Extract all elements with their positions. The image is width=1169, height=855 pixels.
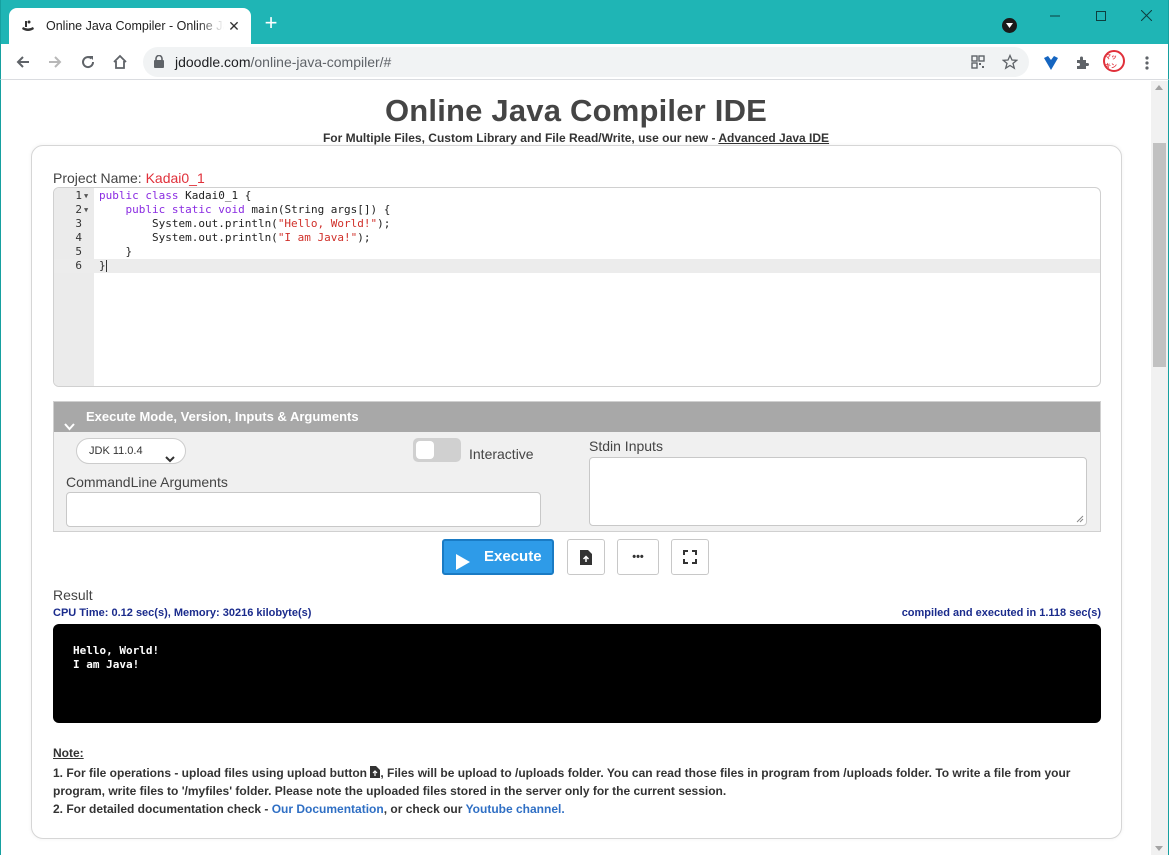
- subtitle-text: For Multiple Files, Custom Library and F…: [322, 131, 716, 145]
- execute-options-title: Execute Mode, Version, Inputs & Argument…: [86, 409, 359, 424]
- fullscreen-icon: [683, 550, 697, 564]
- fold-arrow-icon[interactable]: ▼: [84, 189, 88, 203]
- execute-label: Execute: [484, 548, 542, 565]
- jdoodle-favicon-icon: [19, 17, 37, 35]
- text-cursor: [105, 260, 107, 272]
- tab-title: Online Java Compiler - Online Jav: [46, 19, 224, 33]
- cmdline-label: CommandLine Arguments: [66, 474, 228, 490]
- play-icon: [456, 550, 470, 582]
- code-line[interactable]: 5 }: [54, 245, 1100, 259]
- minimize-window-icon[interactable]: [1032, 5, 1078, 27]
- compile-time-stats: compiled and executed in 1.118 sec(s): [901, 607, 1101, 619]
- new-tab-button[interactable]: +: [261, 12, 281, 34]
- address-bar[interactable]: jdoodle.com/online-java-compiler/#: [143, 47, 1029, 77]
- reload-icon[interactable]: [76, 50, 100, 74]
- code-line[interactable]: 4 System.out.println("I am Java!");: [54, 231, 1100, 245]
- jdk-version-select[interactable]: JDK 11.0.4: [76, 438, 186, 464]
- page-title: Online Java Compiler IDE: [384, 93, 768, 128]
- line-number: 5: [75, 245, 82, 258]
- execute-button[interactable]: Execute: [442, 539, 554, 575]
- close-tab-icon[interactable]: ✕: [226, 18, 242, 34]
- fold-arrow-icon[interactable]: ▼: [84, 203, 88, 217]
- execute-options-panel: Execute Mode, Version, Inputs & Argument…: [53, 401, 1101, 532]
- maximize-window-icon[interactable]: [1078, 5, 1124, 27]
- line-number: 4: [75, 231, 82, 244]
- jdk-version-value: JDK 11.0.4: [89, 445, 143, 457]
- note-text: 2. For detailed documentation check -: [53, 802, 269, 816]
- stdin-input[interactable]: [589, 457, 1087, 526]
- lock-icon[interactable]: [154, 54, 164, 73]
- more-options-button[interactable]: •••: [617, 539, 659, 575]
- scroll-down-icon[interactable]: [1155, 846, 1163, 851]
- line-number: 1: [75, 189, 82, 202]
- upload-file-button[interactable]: [567, 539, 605, 575]
- home-icon[interactable]: [108, 50, 132, 74]
- youtube-channel-link[interactable]: Youtube channel.: [466, 802, 565, 816]
- browser-tab[interactable]: Online Java Compiler - Online Jav ✕: [9, 8, 251, 44]
- stdin-label: Stdin Inputs: [589, 438, 663, 454]
- line-number: 6: [75, 259, 82, 272]
- page-subtitle: For Multiple Files, Custom Library and F…: [1, 131, 1151, 145]
- line-number: 3: [75, 217, 82, 230]
- url-path: /online-java-compiler/#: [250, 54, 392, 70]
- project-name-label: Project Name:: [53, 170, 142, 186]
- note-text: , Files will be upload to /uploads folde…: [380, 766, 1071, 780]
- mackin-extension-icon[interactable]: マッキン: [1103, 50, 1125, 72]
- project-name: Project Name: Kadai0_1: [53, 170, 205, 186]
- output-line: I am Java!: [73, 658, 140, 671]
- compiler-card: Project Name: Kadai0_1 1 ▼ public class …: [31, 145, 1122, 839]
- upload-file-icon: [580, 549, 592, 565]
- resize-handle-icon[interactable]: [1076, 515, 1084, 523]
- code-line[interactable]: 2 ▼ public static void main(String args[…: [54, 203, 1100, 217]
- note-line-2: 2. For detailed documentation check - Ou…: [53, 800, 1093, 818]
- chevron-down-icon: [64, 412, 75, 442]
- output-console[interactable]: Hello, World! I am Java!: [53, 624, 1101, 723]
- scrollbar-thumb[interactable]: [1153, 143, 1166, 367]
- scroll-up-icon[interactable]: [1155, 85, 1163, 90]
- cpu-time-stats: CPU Time: 0.12 sec(s), Memory: 30216 kil…: [53, 607, 312, 619]
- qr-code-icon[interactable]: [969, 53, 987, 71]
- interactive-toggle[interactable]: [413, 438, 461, 462]
- bookmark-star-icon[interactable]: [1001, 53, 1019, 71]
- documentation-link[interactable]: Our Documentation: [272, 802, 384, 816]
- note-text: , or check our: [383, 802, 463, 816]
- advanced-ide-link[interactable]: Advanced Java IDE: [718, 131, 829, 145]
- page-scrollbar[interactable]: [1151, 81, 1168, 855]
- toggle-knob: [416, 441, 434, 459]
- output-line: Hello, World!: [73, 644, 160, 657]
- extensions-puzzle-icon[interactable]: [1072, 53, 1092, 73]
- upload-file-icon: [370, 766, 381, 778]
- code-line[interactable]: 1 ▼ public class Kadai0_1 {: [54, 189, 1100, 203]
- note-line-1: 1. For file operations - upload files us…: [53, 764, 1093, 782]
- heart-extension-icon[interactable]: [1041, 53, 1061, 73]
- note-heading: Note:: [53, 746, 84, 760]
- execute-options-header[interactable]: Execute Mode, Version, Inputs & Argument…: [54, 402, 1100, 432]
- code-line[interactable]: 3 System.out.println("Hello, World!");: [54, 217, 1100, 231]
- note-text: 1. For file operations - upload files us…: [53, 766, 367, 780]
- browser-toolbar: jdoodle.com/online-java-compiler/#: [0, 44, 1169, 80]
- code-editor[interactable]: 1 ▼ public class Kadai0_1 { 2 ▼ public s…: [53, 187, 1101, 387]
- url-host: jdoodle.com: [175, 54, 251, 70]
- page-content: Online Java Compiler IDE For Multiple Fi…: [1, 81, 1151, 855]
- url-text: jdoodle.com/online-java-compiler/#: [175, 54, 391, 70]
- result-label: Result: [53, 587, 93, 603]
- chevron-down-icon: [165, 448, 175, 472]
- code-line-active[interactable]: 6 }: [54, 259, 1100, 273]
- ellipsis-icon: •••: [632, 551, 644, 563]
- project-name-value[interactable]: Kadai0_1: [146, 170, 205, 186]
- back-arrow-icon[interactable]: [11, 50, 35, 74]
- line-number: 2: [75, 203, 82, 216]
- close-window-icon[interactable]: [1123, 5, 1169, 27]
- fullscreen-button[interactable]: [671, 539, 709, 575]
- browser-menu-icon[interactable]: [1137, 53, 1157, 73]
- note-line-1-cont: program, write files to '/myfiles' folde…: [53, 782, 1093, 800]
- interactive-label: Interactive: [469, 446, 534, 462]
- cmdline-arguments-input[interactable]: [66, 492, 541, 527]
- forward-arrow-icon[interactable]: [43, 50, 67, 74]
- profile-menu-icon[interactable]: [1002, 18, 1017, 33]
- browser-titlebar: Online Java Compiler - Online Jav ✕ +: [0, 0, 1169, 44]
- note-text: program, write files to '/myfiles' folde…: [53, 784, 727, 798]
